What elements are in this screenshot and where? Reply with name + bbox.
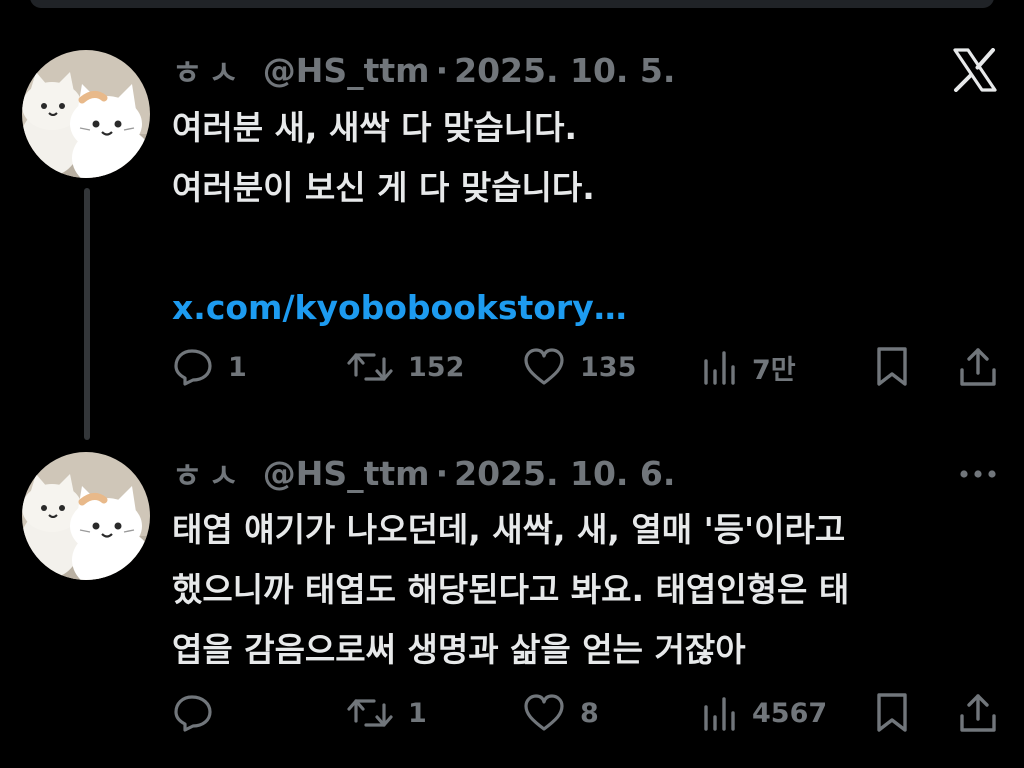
more-options-icon[interactable]: [958, 466, 998, 482]
reply-icon: [174, 695, 212, 732]
avatar-cat-plush-icon: [22, 50, 150, 178]
bookmark-button[interactable]: [874, 342, 910, 392]
avatar[interactable]: [22, 452, 150, 580]
post-text-line: 했으니까 태엽도 해당된다고 봐요. 태엽인형은 태: [172, 570, 850, 609]
reply-count: 1: [228, 351, 247, 383]
views-chart-icon: [704, 697, 735, 731]
author-display-name[interactable]: ㅎㅅ: [172, 449, 245, 497]
like-button[interactable]: 8: [522, 688, 599, 738]
repost-button[interactable]: 152: [346, 342, 464, 392]
action-bar: 1 8 4567: [172, 688, 1000, 738]
action-bar: 1 152 135 7만: [172, 342, 1000, 392]
post-text: 여러분 새, 새싹 다 맞습니다. 여러분이 보신 게 다 맞습니다. x.co…: [172, 98, 992, 338]
like-button[interactable]: 135: [522, 342, 636, 392]
views-count: 7만: [752, 354, 796, 386]
author-handle[interactable]: @HS_ttm: [263, 454, 430, 493]
post-text-line: 여러분이 보신 게 다 맞습니다.: [172, 168, 595, 207]
heart-icon: [524, 348, 564, 385]
bookmark-button[interactable]: [874, 688, 910, 738]
author-display-name[interactable]: ㅎㅅ: [172, 46, 245, 94]
thread-connector-line: [84, 188, 90, 440]
x-logo-icon[interactable]: [952, 48, 998, 92]
like-count: 135: [580, 351, 637, 383]
post-date[interactable]: 2025. 10. 6.: [454, 454, 675, 493]
post-header: ㅎㅅ @HS_ttm · 2025. 10. 5.: [172, 46, 675, 94]
share-icon: [960, 694, 996, 732]
top-search-bar-edge[interactable]: [30, 0, 994, 8]
reply-button[interactable]: [172, 688, 228, 738]
views-button[interactable]: 7만: [702, 342, 796, 392]
views-button[interactable]: 4567: [702, 688, 827, 738]
header-separator: ·: [435, 50, 449, 90]
views-chart-icon: [704, 351, 735, 385]
repost-button[interactable]: 1: [346, 688, 427, 738]
share-icon: [960, 348, 996, 386]
post-header: ㅎㅅ @HS_ttm · 2025. 10. 6.: [172, 449, 675, 497]
share-button[interactable]: [958, 342, 998, 392]
repost-icon: [347, 699, 393, 727]
reply-button[interactable]: 1: [172, 342, 247, 392]
header-separator: ·: [435, 453, 449, 493]
repost-count: 1: [408, 697, 427, 729]
post-link[interactable]: x.com/kyobobookstory…: [172, 278, 992, 338]
bookmark-icon: [877, 693, 907, 732]
avatar-cat-plush-icon: [22, 452, 150, 580]
avatar[interactable]: [22, 50, 150, 178]
post-text-line: 여러분 새, 새싹 다 맞습니다.: [172, 108, 577, 147]
post-text: 태엽 얘기가 나오던데, 새싹, 새, 열매 '등'이라고 했으니까 태엽도 해…: [172, 500, 992, 680]
like-count: 8: [580, 697, 599, 729]
repost-count: 152: [408, 351, 465, 383]
bookmark-icon: [877, 347, 907, 386]
reply-icon: [174, 349, 212, 386]
views-count: 4567: [752, 697, 828, 729]
heart-icon: [524, 694, 564, 731]
post-text-line: 태엽 얘기가 나오던데, 새싹, 새, 열매 '등'이라고: [172, 510, 846, 549]
author-handle[interactable]: @HS_ttm: [263, 51, 430, 90]
repost-icon: [347, 353, 393, 381]
share-button[interactable]: [958, 688, 998, 738]
post-date[interactable]: 2025. 10. 5.: [454, 51, 675, 90]
post-text-line: 엽을 감음으로써 생명과 삶을 얻는 거잖아: [172, 630, 746, 669]
